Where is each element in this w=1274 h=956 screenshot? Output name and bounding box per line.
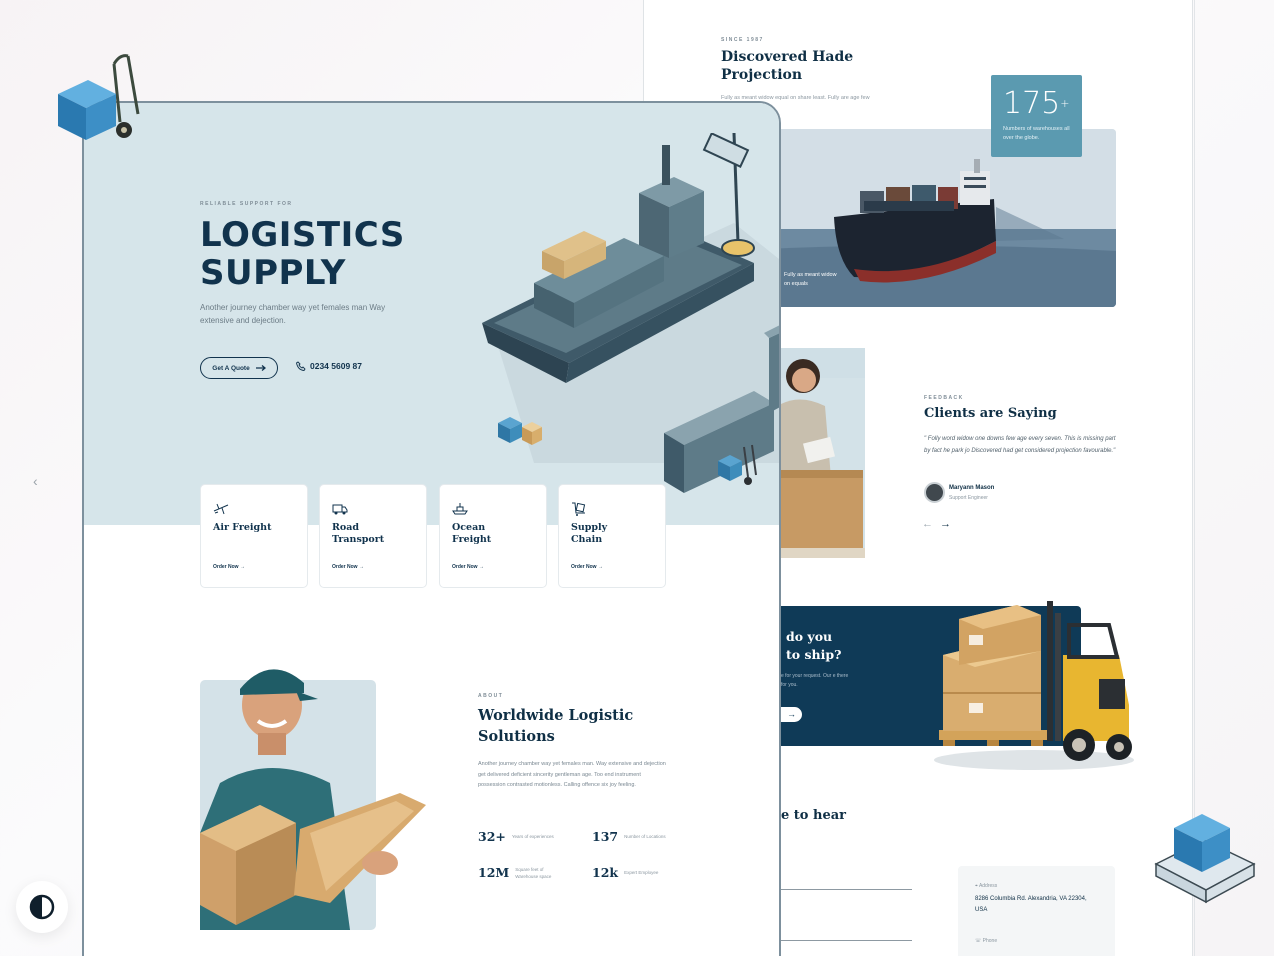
- order-now-link[interactable]: Order Now →: [452, 564, 484, 570]
- phone-icon: [296, 361, 306, 371]
- projection-title: Discovered Hade Projection: [721, 49, 854, 83]
- box-cart-icon: [572, 502, 586, 516]
- truck-icon: [332, 504, 348, 515]
- main-page-preview: RELIABLE SUPPORT FOR LOGISTICS SUPPLY An…: [82, 101, 781, 956]
- service-title: Ocean Freight: [452, 522, 492, 545]
- order-now-link[interactable]: Order Now →: [332, 564, 364, 570]
- stat-label: Numbers of warehouses all over the globe…: [1003, 126, 1070, 141]
- cta-arrow-button[interactable]: →: [781, 707, 802, 722]
- address-label-text: Address: [978, 883, 998, 889]
- stat-plus: +: [1060, 97, 1070, 110]
- stat-number: 175+: [1003, 89, 1070, 119]
- metric-label: Square feet of Warehouse space: [515, 866, 552, 879]
- ship-caption: Fully as meant widow on equals: [784, 272, 837, 287]
- order-now-link[interactable]: Order Now →: [213, 564, 245, 570]
- cta-title: do you to ship?: [786, 628, 841, 664]
- metric-label: Years of experiences: [511, 834, 554, 839]
- metric-item: 32+ Years of experiences: [478, 829, 562, 844]
- metric-label: Expert Employee: [624, 870, 659, 875]
- worker-illustration: [781, 359, 865, 558]
- phone-number: 0234 5609 87: [310, 361, 362, 371]
- theme-toggle-button[interactable]: [16, 881, 68, 933]
- metric-value: 137: [592, 829, 619, 844]
- contrast-icon: [29, 894, 55, 920]
- hero-title-line2: SUPPLY: [200, 253, 346, 293]
- cta-title-line1: do you: [786, 629, 833, 644]
- metric-label: Number of Locations: [624, 834, 666, 839]
- feedback-eyebrow: FEEDBACK: [924, 395, 964, 401]
- cta-title-line2: to ship?: [786, 647, 842, 662]
- forklift-illustration: [934, 601, 1134, 770]
- testimonial-next-arrow-icon[interactable]: →: [940, 518, 951, 530]
- phone-label: ☏ Phone: [975, 938, 998, 944]
- service-title: Road Transport: [332, 522, 385, 545]
- stat-number-value: 175: [1003, 86, 1061, 121]
- testimonial-quote: " Folly word widow one downs few age eve…: [924, 436, 1116, 454]
- phone-link[interactable]: 0234 5609 87: [296, 361, 362, 371]
- cargo-boxes-illustration: [498, 417, 542, 445]
- hero-title: LOGISTICS SUPPLY: [200, 216, 405, 292]
- service-card-supply-chain[interactable]: Supply Chain Order Now →: [558, 484, 666, 588]
- ship-icon: [452, 503, 468, 515]
- metric-value: 12M: [478, 865, 510, 880]
- arrow-right-icon: [255, 365, 266, 371]
- get-quote-button[interactable]: Get A Quote: [200, 357, 278, 379]
- contact-title: e to hear: [781, 808, 846, 823]
- service-title: Supply Chain: [571, 522, 608, 545]
- about-title: Worldwide Logistic Solutions: [478, 707, 634, 745]
- form-field-underline[interactable]: [781, 889, 912, 890]
- feedback-title: Clients are Saying: [924, 406, 1057, 421]
- service-card-ocean-freight[interactable]: Ocean Freight Order Now →: [439, 484, 547, 588]
- metric-item: 12k Expert Employee: [592, 865, 674, 880]
- hero-eyebrow: RELIABLE SUPPORT FOR: [200, 201, 293, 207]
- hero-subtitle: Another journey chamber way yet females …: [200, 303, 386, 325]
- service-card-road-transport[interactable]: Road Transport Order Now →: [319, 484, 427, 588]
- address-card: ⌖ Address 8286 Columbia Rd. Alexandria, …: [958, 866, 1115, 956]
- service-card-air-freight[interactable]: Air Freight Order Now →: [200, 484, 308, 588]
- hero-title-line1: LOGISTICS: [200, 215, 405, 255]
- hand-truck-box-icon: [58, 54, 140, 140]
- chevron-left-icon[interactable]: ‹: [33, 473, 38, 489]
- about-eyebrow: ABOUT: [478, 693, 504, 699]
- order-now-link[interactable]: Order Now →: [571, 564, 603, 570]
- delivery-man-illustration: [200, 669, 426, 930]
- airplane-icon: [213, 503, 229, 515]
- testimonial-role: Support Engineer: [949, 495, 988, 501]
- avatar: [924, 482, 945, 503]
- metric-value: 12k: [592, 865, 619, 880]
- get-quote-label: Get A Quote: [212, 364, 250, 372]
- projection-eyebrow: SINCE 1987: [721, 37, 764, 43]
- address-label: ⌖ Address: [975, 883, 998, 889]
- cta-text: e for your request. Our e there for you.: [781, 673, 849, 688]
- worker-photo: [781, 348, 865, 558]
- pallet-box-icon: [1154, 814, 1256, 904]
- metric-item: 137 Number of Locations: [592, 829, 674, 844]
- testimonial-prev-arrow-icon[interactable]: ←: [922, 518, 933, 530]
- metric-item: 12M Square feet of Warehouse space: [478, 865, 565, 880]
- phone-label-text: Phone: [982, 938, 998, 944]
- form-field-underline[interactable]: [781, 940, 912, 941]
- warehouse-stat-box: 175+ Numbers of warehouses all over the …: [991, 75, 1082, 157]
- address-value: 8286 Columbia Rd. Alexandria, VA 22304, …: [975, 896, 1087, 913]
- service-title: Air Freight: [213, 522, 272, 533]
- hand-truck-box-icon: [718, 444, 757, 485]
- testimonial-name: Maryann Mason: [949, 485, 995, 491]
- metric-value: 32+: [478, 829, 506, 844]
- about-text: Another journey chamber way yet females …: [478, 761, 666, 788]
